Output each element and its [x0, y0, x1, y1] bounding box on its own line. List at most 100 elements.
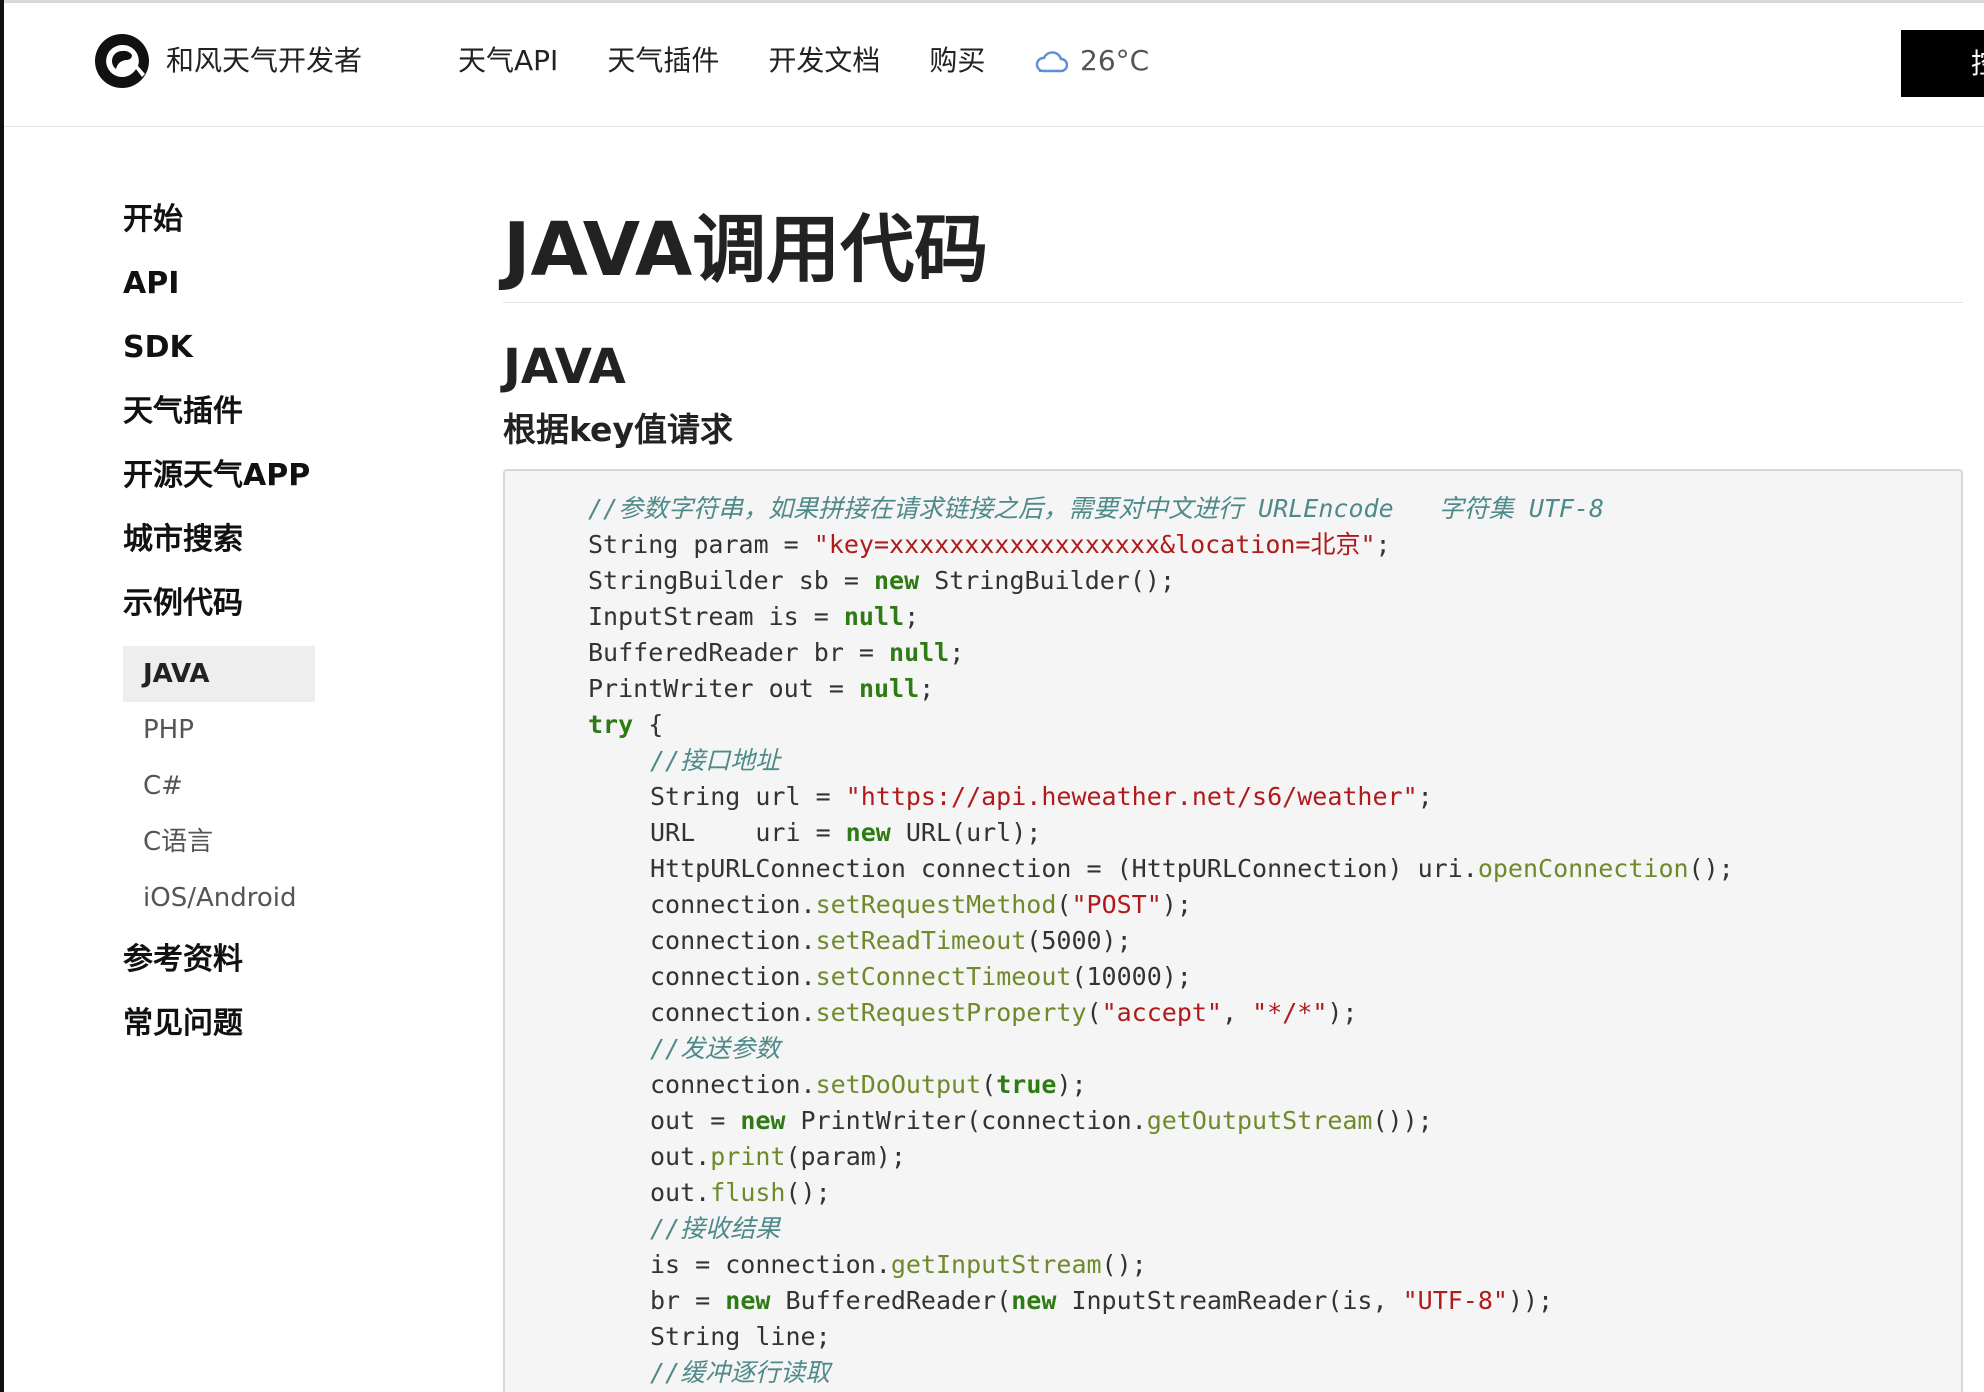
- code-keyword: null: [858, 674, 920, 703]
- code-text: ;: [949, 638, 965, 667]
- code-text: ();: [1688, 854, 1734, 883]
- code-line: //参数字符串，如果拼接在请求链接之后，需要对中文进行 URLEncode 字符…: [588, 491, 1961, 527]
- code-text: {: [633, 710, 664, 739]
- code-keyword: null: [843, 602, 905, 631]
- sidebar-subitem-csharp[interactable]: C#: [123, 758, 315, 814]
- title-divider: [503, 302, 1963, 303]
- code-line: connection.setRequestMethod("POST");: [588, 887, 1961, 923]
- code-text: );: [1056, 1070, 1087, 1099]
- site-header: 和风天气开发者 天气API 天气插件 开发文档 购买 26°C 控: [4, 3, 1984, 127]
- code-text: HttpURLConnection connection = (HttpURLC…: [650, 854, 1478, 883]
- nav-weather-plugin[interactable]: 天气插件: [607, 43, 719, 79]
- code-line: connection.setReadTimeout(5000);: [588, 923, 1961, 959]
- code-keyword: null: [889, 638, 950, 667]
- code-text: is = connection.: [650, 1250, 891, 1279]
- code-text: br =: [650, 1286, 726, 1315]
- sidebar-subitem-c[interactable]: C语言: [123, 814, 315, 870]
- code-text: PrintWriter out =: [588, 674, 859, 703]
- code-comment: //接口地址: [650, 746, 781, 775]
- code-keyword: true: [996, 1070, 1057, 1099]
- brand-name[interactable]: 和风天气开发者: [166, 43, 362, 79]
- code-method: setReadTimeout: [815, 926, 1027, 955]
- cloud-icon: [1035, 51, 1068, 73]
- code-line: String url = "https://api.heweather.net/…: [588, 779, 1961, 815]
- code-method: openConnection: [1477, 854, 1689, 883]
- sidebar-item-city-search[interactable]: 城市搜索: [123, 518, 323, 582]
- code-line: try {: [588, 707, 1961, 743]
- code-string: "UTF-8": [1402, 1286, 1508, 1315]
- code-method: setConnectTimeout: [815, 962, 1072, 991]
- hefeng-logo-icon[interactable]: [94, 33, 150, 89]
- code-block[interactable]: //参数字符串，如果拼接在请求链接之后，需要对中文进行 URLEncode 字符…: [503, 469, 1963, 1392]
- code-text: (: [1086, 998, 1102, 1027]
- code-text: connection.: [650, 998, 816, 1027]
- code-text: connection.: [650, 926, 816, 955]
- code-method: getOutputStream: [1146, 1106, 1373, 1135]
- code-text: ;: [904, 602, 920, 631]
- sidebar-subitem-ios-android[interactable]: iOS/Android: [123, 870, 315, 926]
- code-method: setRequestMethod: [815, 890, 1057, 919]
- code-text: ));: [1507, 1286, 1554, 1315]
- code-text: InputStream is =: [588, 602, 844, 631]
- top-nav: 天气API 天气插件 开发文档 购买: [458, 43, 985, 79]
- sidebar-item-faq[interactable]: 常见问题: [123, 1002, 323, 1066]
- code-text: ;: [919, 674, 935, 703]
- sidebar-item-sdk[interactable]: SDK: [123, 326, 323, 390]
- code-line: out = new PrintWriter(connection.getOutp…: [588, 1103, 1961, 1139]
- code-keyword: new: [845, 818, 891, 847]
- code-text: );: [1327, 998, 1358, 1027]
- code-method: setDoOutput: [815, 1070, 982, 1099]
- code-line: InputStream is = null;: [588, 599, 1961, 635]
- code-line: connection.setConnectTimeout(10000);: [588, 959, 1961, 995]
- code-text: (: [1056, 890, 1072, 919]
- code-line: //接收结果: [588, 1211, 1961, 1247]
- page-title: JAVA调用代码: [503, 207, 989, 293]
- code-text: connection.: [650, 890, 816, 919]
- weather-widget: 26°C: [1034, 43, 1149, 79]
- code-text: ,: [1222, 998, 1253, 1027]
- code-text: ());: [1372, 1106, 1433, 1135]
- code-line: URL uri = new URL(url);: [588, 815, 1961, 851]
- sidebar-item-reference[interactable]: 参考资料: [123, 938, 323, 1002]
- sidebar-subitem-java[interactable]: JAVA: [123, 646, 315, 702]
- nav-weather-api[interactable]: 天气API: [458, 43, 558, 79]
- weather-temperature: 26°C: [1080, 44, 1150, 77]
- code-line: br = new BufferedReader(new InputStreamR…: [588, 1283, 1961, 1319]
- code-method: flush: [710, 1178, 786, 1207]
- sidebar-item-open-source-app[interactable]: 开源天气APP: [123, 454, 323, 518]
- code-line: connection.setDoOutput(true);: [588, 1067, 1961, 1103]
- sidebar-item-start[interactable]: 开始: [123, 198, 323, 262]
- code-text: (10000);: [1071, 962, 1192, 991]
- sidebar-item-weather-plugin[interactable]: 天气插件: [123, 390, 323, 454]
- sidebar-item-api[interactable]: API: [123, 262, 323, 326]
- code-text: InputStreamReader(is,: [1056, 1286, 1403, 1315]
- code-text: (5000);: [1026, 926, 1132, 955]
- code-line: //缓冲逐行读取: [588, 1355, 1961, 1391]
- code-line: is = connection.getInputStream();: [588, 1247, 1961, 1283]
- nav-dev-docs[interactable]: 开发文档: [768, 43, 880, 79]
- code-line: String param = "key=xxxxxxxxxxxxxxxxxx&l…: [588, 527, 1961, 563]
- code-line: HttpURLConnection connection = (HttpURLC…: [588, 851, 1961, 887]
- code-text: URL uri =: [650, 818, 846, 847]
- code-text: );: [1161, 890, 1192, 919]
- sidebar-subitem-php[interactable]: PHP: [123, 702, 315, 758]
- console-button[interactable]: 控: [1901, 30, 1984, 97]
- sidebar-item-sample-code[interactable]: 示例代码: [123, 582, 323, 646]
- code-comment: //发送参数: [650, 1034, 781, 1063]
- code-line: out.flush();: [588, 1175, 1961, 1211]
- code-string: "accept": [1101, 998, 1222, 1027]
- code-string: "key=xxxxxxxxxxxxxxxxxx&location=北京": [813, 530, 1376, 559]
- code-line: connection.setRequestProperty("accept", …: [588, 995, 1961, 1031]
- code-string: "https://api.heweather.net/s6/weather": [845, 782, 1418, 811]
- code-comment: //参数字符串，如果拼接在请求链接之后，需要对中文进行 URLEncode 字符…: [588, 494, 1605, 523]
- code-text: String url =: [650, 782, 846, 811]
- sidebar-nav: 开始 API SDK 天气插件 开源天气APP 城市搜索 示例代码 JAVA P…: [123, 198, 323, 1066]
- code-line: StringBuilder sb = new StringBuilder();: [588, 563, 1961, 599]
- code-text: (: [981, 1070, 997, 1099]
- nav-buy[interactable]: 购买: [929, 43, 985, 79]
- code-text: ();: [785, 1178, 831, 1207]
- main-content: JAVA调用代码 JAVA 根据key值请求 //参数字符串，如果拼接在请求链接…: [503, 200, 1963, 1392]
- page: 和风天气开发者 天气API 天气插件 开发文档 购买 26°C 控 开始 API…: [0, 0, 1984, 1392]
- code-text: connection.: [650, 1070, 816, 1099]
